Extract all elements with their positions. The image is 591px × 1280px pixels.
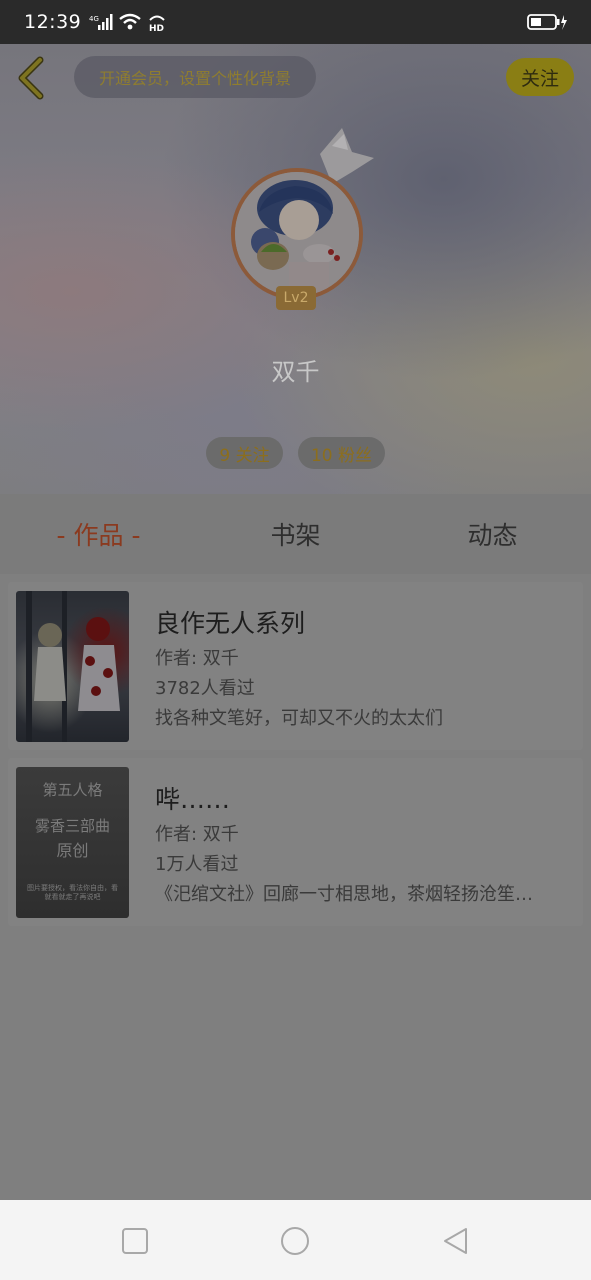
fans-count[interactable]: 10 粉丝 bbox=[298, 437, 385, 469]
battery-icon bbox=[527, 14, 567, 30]
signal-icon: 4G bbox=[89, 14, 113, 30]
works-list: 良作无人系列 作者: 双千 3782人看过 找各种文笔好，可却又不火的太太们 第… bbox=[8, 582, 583, 934]
work-cover: 第五人格 雾香三部曲 原创 图片要授权，看法你自由，看就看就走了再说吧 bbox=[16, 767, 129, 918]
work-title: 哔…… bbox=[155, 785, 231, 814]
status-icons: 4G HD bbox=[89, 12, 167, 32]
svg-text:HD: HD bbox=[149, 24, 164, 32]
tab-activity[interactable]: 动态 bbox=[394, 494, 591, 574]
work-views: 3782人看过 bbox=[155, 678, 255, 699]
list-item[interactable]: 第五人格 雾香三部曲 原创 图片要授权，看法你自由，看就看就走了再说吧 哔…… … bbox=[8, 758, 583, 926]
work-views: 1万人看过 bbox=[155, 854, 239, 875]
profile-tabs: - 作品 - 书架 动态 bbox=[0, 494, 591, 574]
hd-icon: HD bbox=[149, 15, 165, 32]
work-description: 找各种文笔好，可却又不火的太太们 bbox=[155, 708, 443, 729]
list-item[interactable]: 良作无人系列 作者: 双千 3782人看过 找各种文笔好，可却又不火的太太们 bbox=[8, 582, 583, 750]
system-nav-bar bbox=[0, 1200, 591, 1280]
back-triangle-icon[interactable] bbox=[440, 1225, 472, 1257]
back-arrow-icon bbox=[18, 56, 44, 100]
tab-works[interactable]: - 作品 - bbox=[0, 494, 197, 574]
level-badge: Lv2 bbox=[276, 286, 316, 310]
wifi-icon bbox=[119, 13, 142, 30]
username: 双千 bbox=[271, 358, 320, 386]
cover-text-line1: 第五人格 bbox=[42, 781, 103, 799]
back-button[interactable] bbox=[12, 56, 52, 100]
following-count[interactable]: 9 关注 bbox=[206, 437, 283, 469]
vip-background-button[interactable]: 开通会员，设置个性化背景 bbox=[74, 56, 316, 98]
avatar[interactable] bbox=[231, 168, 363, 300]
work-title: 良作无人系列 bbox=[155, 609, 306, 638]
work-cover bbox=[16, 591, 129, 742]
status-time: 12:39 bbox=[24, 11, 82, 33]
tab-bookshelf[interactable]: 书架 bbox=[197, 494, 394, 574]
work-author: 作者: 双千 bbox=[155, 648, 239, 669]
cover-image bbox=[26, 591, 120, 742]
profile-header: 开通会员，设置个性化背景 关注 Lv2 双千 9 关注 10 粉丝 bbox=[0, 44, 591, 494]
cover-text-small: 图片要授权，看法你自由，看就看就走了再说吧 bbox=[27, 884, 118, 901]
status-bar: 12:39 4G HD bbox=[0, 0, 591, 44]
work-description: 《汜绾文社》回廊一寸相思地，茶烟轻扬沧笙… bbox=[155, 884, 533, 905]
status-right bbox=[527, 12, 567, 32]
cover-text-line2: 雾香三部曲 bbox=[34, 817, 110, 835]
avatar-image bbox=[235, 172, 359, 296]
follow-button[interactable]: 关注 bbox=[506, 58, 574, 96]
work-author: 作者: 双千 bbox=[155, 824, 239, 845]
recent-apps-icon[interactable] bbox=[119, 1225, 151, 1257]
network-label: 4G bbox=[89, 15, 99, 23]
cover-text-line3: 原创 bbox=[56, 841, 89, 860]
home-icon[interactable] bbox=[279, 1225, 311, 1257]
